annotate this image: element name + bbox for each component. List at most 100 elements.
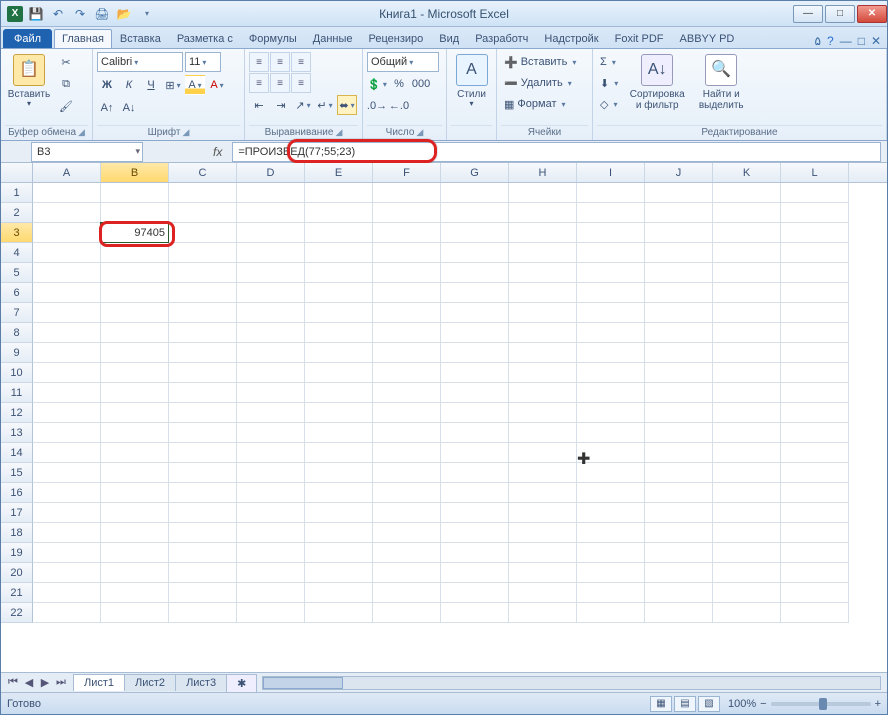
cell-B7[interactable] [101,303,169,323]
row-header-7[interactable]: 7 [1,303,33,323]
sheet-tab-2[interactable]: Лист2 [124,674,176,691]
cell-L11[interactable] [781,383,849,403]
increase-indent-icon[interactable]: ⇥ [271,95,291,115]
cell-B11[interactable] [101,383,169,403]
row-header-18[interactable]: 18 [1,523,33,543]
cell-E10[interactable] [305,363,373,383]
decrease-decimal-icon[interactable]: ←.0 [389,96,409,116]
comma-format-icon[interactable]: 000 [411,74,431,94]
sheet-tab-1[interactable]: Лист1 [73,674,125,691]
decrease-font-icon[interactable]: A↓ [119,98,139,118]
fx-icon[interactable]: fx [213,145,222,159]
cell-E13[interactable] [305,423,373,443]
cell-F13[interactable] [373,423,441,443]
cell-H1[interactable] [509,183,577,203]
minimize-button[interactable]: — [793,5,823,23]
cell-D16[interactable] [237,483,305,503]
cell-H3[interactable] [509,223,577,243]
cell-H5[interactable] [509,263,577,283]
cell-C12[interactable] [169,403,237,423]
cell-D2[interactable] [237,203,305,223]
cell-D13[interactable] [237,423,305,443]
cell-I6[interactable] [577,283,645,303]
cell-A7[interactable] [33,303,101,323]
cell-A4[interactable] [33,243,101,263]
cell-L2[interactable] [781,203,849,223]
cell-D19[interactable] [237,543,305,563]
cell-A8[interactable] [33,323,101,343]
cell-B9[interactable] [101,343,169,363]
cell-H10[interactable] [509,363,577,383]
column-header-I[interactable]: I [577,163,645,182]
cell-I8[interactable] [577,323,645,343]
cell-G4[interactable] [441,243,509,263]
column-header-E[interactable]: E [305,163,373,182]
cell-C2[interactable] [169,203,237,223]
cell-J11[interactable] [645,383,713,403]
column-header-L[interactable]: L [781,163,849,182]
cell-A22[interactable] [33,603,101,623]
font-name-select[interactable]: Calibri [97,52,183,72]
cell-A12[interactable] [33,403,101,423]
decrease-indent-icon[interactable]: ⇤ [249,95,269,115]
cell-C11[interactable] [169,383,237,403]
cell-A18[interactable] [33,523,101,543]
cell-A10[interactable] [33,363,101,383]
cell-A17[interactable] [33,503,101,523]
cell-C17[interactable] [169,503,237,523]
cell-I13[interactable] [577,423,645,443]
cell-K11[interactable] [713,383,781,403]
cell-K17[interactable] [713,503,781,523]
number-format-select[interactable]: Общий [367,52,439,72]
row-header-5[interactable]: 5 [1,263,33,283]
cell-I15[interactable] [577,463,645,483]
cell-F15[interactable] [373,463,441,483]
align-right-icon[interactable]: ≡ [291,73,311,93]
align-top-icon[interactable]: ≡ [249,52,269,72]
copy-icon[interactable]: ⧉ [56,74,76,94]
cell-G1[interactable] [441,183,509,203]
cell-C14[interactable] [169,443,237,463]
cell-E19[interactable] [305,543,373,563]
accounting-format-icon[interactable]: 💲 [367,74,387,94]
cell-F19[interactable] [373,543,441,563]
cell-F8[interactable] [373,323,441,343]
cell-F22[interactable] [373,603,441,623]
cell-G22[interactable] [441,603,509,623]
cell-K12[interactable] [713,403,781,423]
zoom-slider[interactable] [771,702,871,706]
cell-L20[interactable] [781,563,849,583]
tab-foxit[interactable]: Foxit PDF [607,29,672,48]
cell-G6[interactable] [441,283,509,303]
cell-I16[interactable] [577,483,645,503]
cell-K4[interactable] [713,243,781,263]
cell-C3[interactable] [169,223,237,243]
cell-D12[interactable] [237,403,305,423]
cell-I18[interactable] [577,523,645,543]
cell-D21[interactable] [237,583,305,603]
cell-B14[interactable] [101,443,169,463]
cut-icon[interactable]: ✂ [56,52,76,72]
cell-K6[interactable] [713,283,781,303]
cell-I9[interactable] [577,343,645,363]
cell-G16[interactable] [441,483,509,503]
row-header-4[interactable]: 4 [1,243,33,263]
close-button[interactable]: ✕ [857,5,887,23]
cell-E5[interactable] [305,263,373,283]
cell-L3[interactable] [781,223,849,243]
cell-E16[interactable] [305,483,373,503]
cell-J8[interactable] [645,323,713,343]
cell-G2[interactable] [441,203,509,223]
cell-D20[interactable] [237,563,305,583]
sheet-last-icon[interactable]: ⏭ [53,676,69,689]
cell-K13[interactable] [713,423,781,443]
doc-minimize-icon[interactable]: — [840,34,852,48]
cell-H15[interactable] [509,463,577,483]
cell-B17[interactable] [101,503,169,523]
cell-B1[interactable] [101,183,169,203]
cell-L7[interactable] [781,303,849,323]
cell-L10[interactable] [781,363,849,383]
cell-H11[interactable] [509,383,577,403]
cell-F10[interactable] [373,363,441,383]
cell-K2[interactable] [713,203,781,223]
